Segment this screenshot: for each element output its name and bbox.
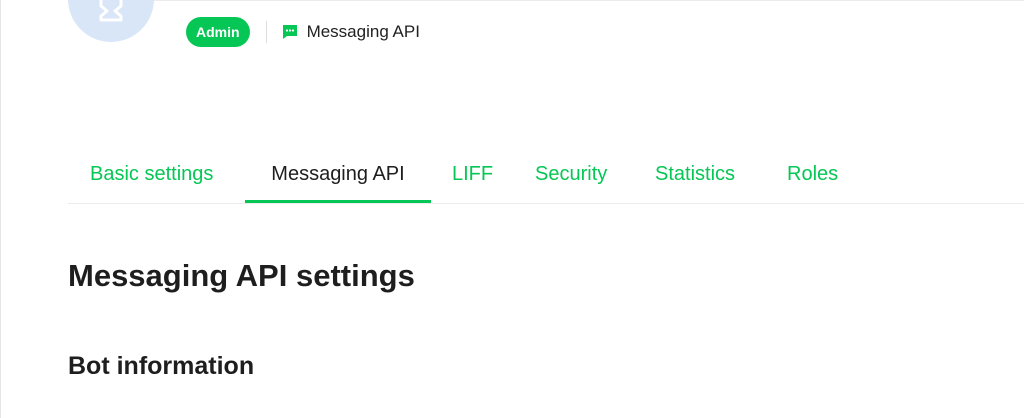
channel-avatar bbox=[68, 0, 154, 42]
tab-roles[interactable]: Roles bbox=[787, 146, 838, 202]
role-badge: Admin bbox=[186, 17, 250, 47]
tab-statistics[interactable]: Statistics bbox=[655, 146, 735, 202]
user-placeholder-icon bbox=[99, 0, 123, 22]
channel-meta: Admin Messaging API bbox=[186, 17, 420, 47]
tab-security[interactable]: Security bbox=[535, 146, 607, 202]
left-border bbox=[0, 0, 1, 418]
channel-type-label: Messaging API bbox=[306, 22, 420, 41]
tab-messaging-api[interactable]: Messaging API bbox=[245, 146, 431, 204]
page-title: Messaging API settings bbox=[68, 258, 415, 293]
tabs-divider bbox=[68, 203, 1024, 204]
top-border bbox=[150, 0, 1024, 1]
tab-basic-settings[interactable]: Basic settings bbox=[90, 146, 213, 202]
section-title-bot-information: Bot information bbox=[68, 352, 255, 380]
tab-liff[interactable]: LIFF bbox=[452, 146, 493, 202]
meta-divider bbox=[265, 21, 267, 43]
chat-bubble-icon bbox=[282, 25, 297, 39]
channel-tabs: Basic settings Messaging API LIFF Securi… bbox=[68, 146, 1024, 204]
